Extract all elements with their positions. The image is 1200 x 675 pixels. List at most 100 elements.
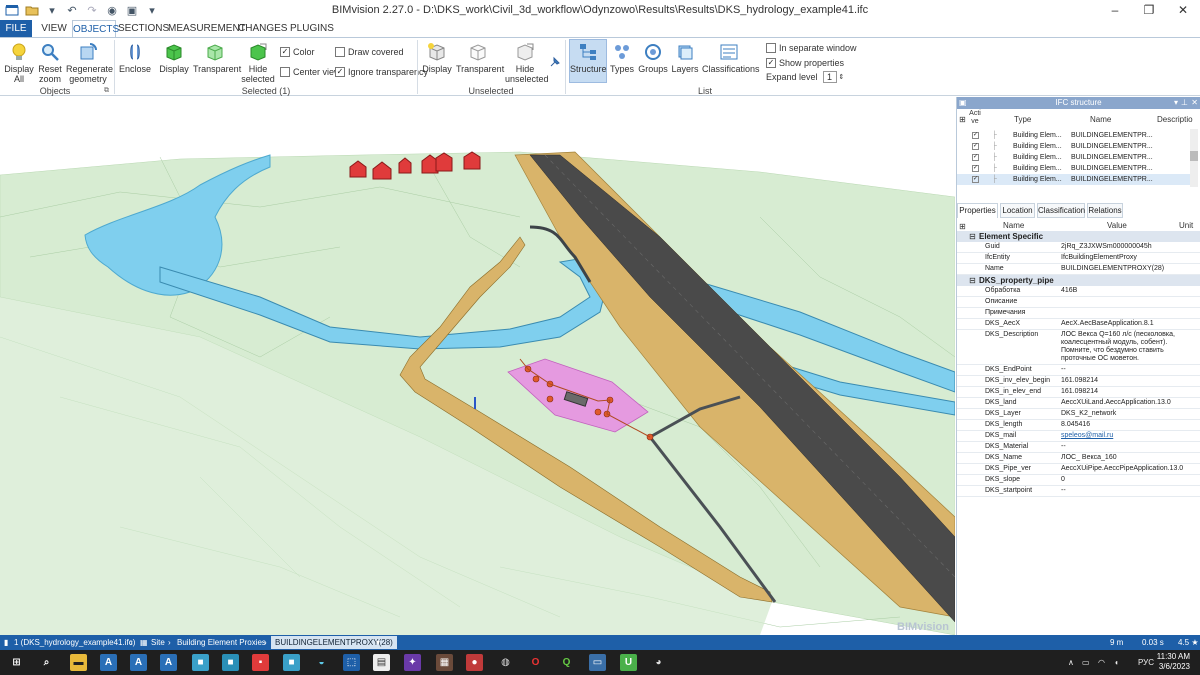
col-active[interactable]: Acti ve (968, 110, 982, 126)
property-row[interactable]: DKS_Material -- (957, 442, 1200, 453)
layers-button[interactable]: Layers (671, 40, 699, 74)
ifc-row[interactable]: ✓ ├ Building Elem... BUILDINGELEMENTPR... (957, 174, 1190, 185)
clock[interactable]: 11:30 AM 3/6/2023 (1157, 652, 1190, 672)
search-icon[interactable]: ⌕ (38, 654, 55, 671)
tab-plugins[interactable]: PLUGINS (290, 20, 334, 37)
property-row[interactable]: DKS_slope 0 (957, 475, 1200, 486)
col-description[interactable]: Descriptio (1157, 115, 1193, 124)
undo-icon[interactable]: ↶ (64, 2, 80, 18)
pin-button[interactable] (548, 56, 562, 70)
property-email-link[interactable]: speleos@mail.ru (1061, 432, 1179, 440)
center-view-checkbox[interactable]: Center view (280, 66, 341, 78)
active-checkbox[interactable]: ✓ (972, 165, 979, 172)
col-type[interactable]: Type (1014, 115, 1031, 124)
col-prop-value[interactable]: Value (1107, 221, 1127, 230)
opera-icon[interactable]: O (527, 654, 544, 671)
ifc-scrollbar[interactable] (1190, 129, 1198, 187)
tab-classification[interactable]: Classification (1037, 203, 1085, 218)
classifications-button[interactable]: Classifications (702, 40, 760, 74)
customize-icon[interactable]: ▾ (144, 2, 160, 18)
breadcrumb-file[interactable]: 1 (DKS_hydrology_example41.ifc) (14, 635, 135, 650)
enclose-button[interactable]: Enclose (118, 40, 152, 74)
close-button[interactable]: ✕ (1166, 0, 1200, 20)
tab-measurement[interactable]: MEASUREMENT (168, 20, 246, 37)
property-row[interactable]: Guid 2jRq_Z3JXWSm000000045h (957, 242, 1200, 253)
structure-button[interactable]: Structure (569, 39, 607, 83)
ignore-transparency-checkbox[interactable]: ✓ Ignore transparency (335, 66, 428, 78)
property-row[interactable]: DKS_mail speleos@mail.ru (957, 431, 1200, 442)
ifc-row[interactable]: ✓ ├ Building Elem... BUILDINGELEMENTPR... (957, 141, 1190, 152)
collapse-icon[interactable]: ⊟ (969, 275, 976, 286)
app-icon[interactable]: U (620, 654, 637, 671)
tab-objects[interactable]: OBJECTS (72, 20, 119, 38)
active-checkbox[interactable]: ✓ (972, 176, 979, 183)
ifc-row[interactable]: ✓ ├ Building Elem... BUILDINGELEMENTPR... (957, 163, 1190, 174)
reset-zoom-button[interactable]: Reset zoom (36, 40, 64, 84)
expand-all-props-icon[interactable]: ⊞ (959, 222, 966, 231)
property-row[interactable]: IfcEntity IfcBuildingElementProxy (957, 253, 1200, 264)
transparent-selected-button[interactable]: Transparent (193, 40, 241, 74)
tab-view[interactable]: VIEW (38, 20, 70, 37)
app-icon[interactable]: ▦ (436, 654, 453, 671)
property-row[interactable]: Обработка 416В (957, 286, 1200, 297)
maximize-button[interactable]: ❐ (1132, 0, 1166, 20)
app-icon[interactable]: ■ (283, 654, 300, 671)
ifc-row[interactable]: ✓ ├ Building Elem... BUILDINGELEMENTPR... (957, 130, 1190, 141)
pin-icon[interactable]: ⊥ (1181, 97, 1188, 109)
display-selected-button[interactable]: Display (158, 40, 190, 74)
expand-level-input[interactable]: 1 (822, 71, 837, 83)
volume-icon[interactable]: ◖ (1114, 650, 1119, 675)
dropdown-icon[interactable]: ▾ (376, 635, 380, 650)
property-row[interactable]: DKS_inv_elev_begin 161.098214 (957, 376, 1200, 387)
autocad-icon[interactable]: A (100, 654, 117, 671)
redo-icon[interactable]: ↷ (84, 2, 100, 18)
color-checkbox[interactable]: ✓ Color (280, 46, 315, 58)
display-all-button[interactable]: Display All (2, 40, 36, 84)
dropdown-arrow-icon[interactable]: ▾ (44, 2, 60, 18)
app-icon[interactable]: ▪ (252, 654, 269, 671)
property-row[interactable]: DKS_EndPoint -- (957, 365, 1200, 376)
separate-window-checkbox[interactable]: In separate window (766, 42, 857, 54)
open-folder-icon[interactable] (24, 2, 40, 18)
hide-unselected-button[interactable]: Hide unselected (505, 40, 549, 84)
breadcrumb-proxies[interactable]: Building Element Proxies (177, 635, 266, 650)
active-checkbox[interactable]: ✓ (972, 132, 979, 139)
qgis-icon[interactable]: Q (558, 654, 575, 671)
dialog-launcher-icon[interactable]: ⧉ (104, 87, 109, 95)
collapse-icon[interactable]: ⊟ (969, 231, 976, 242)
notepad-icon[interactable]: ▤ (373, 654, 390, 671)
property-row[interactable]: Name BUILDINGELEMENTPROXY(28) (957, 264, 1200, 275)
property-row[interactable]: DKS_length 8.045416 (957, 420, 1200, 431)
app-icon[interactable]: ■ (222, 654, 239, 671)
property-row[interactable]: DKS_Layer DKS_K2_network (957, 409, 1200, 420)
tab-file[interactable]: FILE (0, 20, 32, 37)
groups-button[interactable]: Groups (638, 40, 668, 74)
file-explorer-icon[interactable]: ▬ (70, 654, 87, 671)
close-panel-icon[interactable]: ✕ (1191, 97, 1198, 109)
network-icon[interactable]: ▭ (1082, 650, 1090, 675)
spinner-icon[interactable]: ⇕ (839, 73, 845, 81)
tab-changes[interactable]: CHANGES (238, 20, 287, 37)
autocad-icon-3[interactable]: A (160, 654, 177, 671)
language-indicator[interactable]: РУС (1138, 650, 1154, 675)
active-checkbox[interactable]: ✓ (972, 154, 979, 161)
property-row[interactable]: DKS_Name ЛОС_ Векса_160 (957, 453, 1200, 464)
group-dks-property-pipe[interactable]: ⊟ DKS_property_pipe (957, 275, 1200, 286)
target-icon[interactable]: ◉ (104, 2, 120, 18)
active-checkbox[interactable]: ✓ (972, 143, 979, 150)
property-row[interactable]: Описание (957, 297, 1200, 308)
wifi-icon[interactable]: ◠ (1098, 650, 1105, 675)
col-prop-unit[interactable]: Unit (1179, 221, 1193, 230)
3d-viewport[interactable]: BIMvision (0, 97, 955, 635)
breadcrumb-site[interactable]: Site (151, 635, 165, 650)
ifc-row[interactable]: ✓ ├ Building Elem... BUILDINGELEMENTPR... (957, 152, 1190, 163)
app-icon[interactable]: ◕ (650, 654, 667, 671)
scrollbar-thumb[interactable] (1190, 151, 1198, 161)
windows-start-icon[interactable]: ⊞ (8, 654, 25, 671)
autocad-icon-2[interactable]: A (130, 654, 147, 671)
tray-chevron-icon[interactable]: ∧ (1068, 650, 1074, 675)
app-icon[interactable]: ■ (192, 654, 209, 671)
expand-all-icon[interactable]: ⊞ (959, 115, 966, 124)
property-row[interactable]: DKS_AecX AecX.AecBaseApplication.8.1 (957, 319, 1200, 330)
group-element-specific[interactable]: ⊟ Element Specific (957, 231, 1200, 242)
